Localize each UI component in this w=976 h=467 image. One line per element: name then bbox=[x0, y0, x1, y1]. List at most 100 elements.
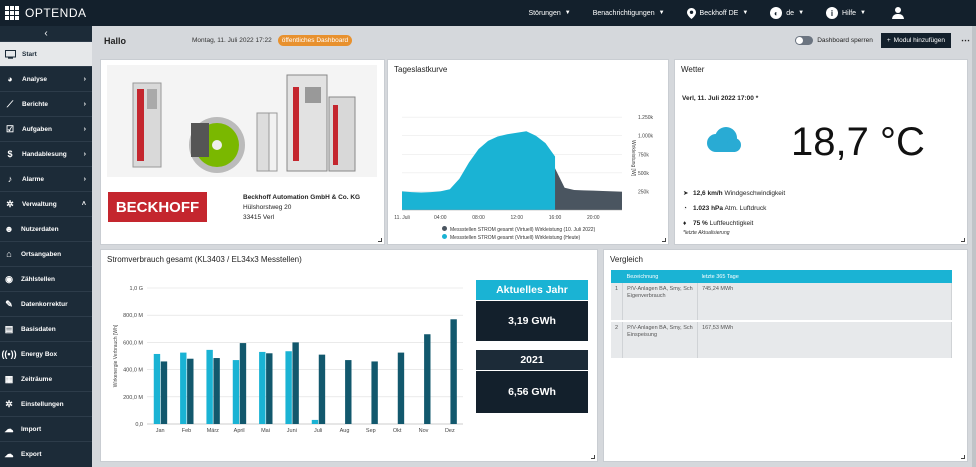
weather-footnote: *letzte Aktualisierung bbox=[683, 230, 730, 236]
chevron-right-icon: › bbox=[83, 75, 86, 83]
sidebar-item-energy-box[interactable]: ((•)) Energy Box bbox=[0, 341, 92, 366]
resize-handle[interactable] bbox=[961, 455, 965, 459]
sidebar-item-aufgaben[interactable]: ☑ Aufgaben › bbox=[0, 116, 92, 141]
sidebar-item-label: Zählstellen bbox=[21, 275, 55, 283]
add-module-button[interactable]: + Modul hinzufügen bbox=[880, 33, 951, 48]
table-row[interactable]: 2 P/V-Anlagen BA, Smy, Sch Einspeisung 1… bbox=[611, 321, 952, 360]
sidebar-item-start[interactable]: Start bbox=[0, 41, 92, 66]
sidebar-item-import[interactable]: ☁ Import bbox=[0, 416, 92, 441]
language-menu[interactable]: ◐ de ▼ bbox=[770, 7, 804, 19]
lock-dashboard-label: Dashboard sperren bbox=[817, 37, 873, 44]
sidebar-item-datenkorrektur[interactable]: ✎ Datenkorrektur bbox=[0, 291, 92, 316]
bar-März-series-1 bbox=[206, 349, 213, 424]
y-tick-label: 250k bbox=[638, 189, 649, 195]
table-header-name[interactable]: Bezeichnung bbox=[622, 270, 698, 283]
sidebar-item-ortsangaben[interactable]: ⌂ Ortsangaben bbox=[0, 241, 92, 266]
sidebar-item-label: Analyse bbox=[22, 75, 47, 83]
sidebar-item-berichte[interactable]: ⟋ Berichte › bbox=[0, 91, 92, 116]
sidebar-item-alarme[interactable]: ♪ Alarme › bbox=[0, 166, 92, 191]
resize-handle[interactable] bbox=[378, 238, 382, 242]
consumption-card: Stromverbrauch gesamt (KL3403 / EL34x3 M… bbox=[100, 249, 598, 462]
cloud-icon bbox=[707, 127, 741, 152]
current-date: Montag, 11. Juli 2022 17:22 bbox=[192, 37, 272, 44]
y-tick-label: 1.000k bbox=[638, 134, 654, 140]
table-cell-name: P/V-Anlagen BA, Smy, Sch Eigenverbrauch bbox=[622, 283, 699, 322]
benachrichtigungen-menu[interactable]: Benachrichtigungen ▼ bbox=[593, 10, 665, 17]
kpi-current-year-value: 3,19 GWh bbox=[476, 301, 588, 341]
bell-icon: ♪ bbox=[7, 174, 13, 184]
temperature-value: 18,7 °C bbox=[791, 120, 925, 164]
x-tick-label: 08:00 bbox=[472, 215, 485, 221]
sidebar-item-basisdaten[interactable]: ▤ Basisdaten bbox=[0, 316, 92, 341]
stoerungen-menu[interactable]: Störungen ▼ bbox=[528, 10, 570, 17]
dollar-icon: $ bbox=[7, 149, 13, 159]
main-content: Hallo Montag, 11. Juli 2022 17:22 öffent… bbox=[92, 26, 976, 467]
sidebar-item-export[interactable]: ☁ Export bbox=[0, 441, 92, 466]
resize-handle[interactable] bbox=[591, 455, 595, 459]
location-pin-icon bbox=[686, 7, 696, 19]
user-icon[interactable] bbox=[892, 7, 904, 19]
home-icon: ⌂ bbox=[6, 249, 12, 259]
sidebar-item-label: Import bbox=[21, 425, 42, 433]
caret-down-icon: ▼ bbox=[658, 10, 665, 16]
chevron-right-icon: › bbox=[83, 175, 86, 183]
kpi-current-year-label: Aktuelles Jahr bbox=[476, 280, 588, 300]
sidebar-item-verwaltung[interactable]: ✲ Verwaltung ˄ bbox=[0, 191, 92, 216]
x-tick-label: Okt bbox=[393, 428, 402, 434]
x-tick-label: 04:00 bbox=[434, 215, 447, 221]
company-menu[interactable]: Beckhoff DE ▼ bbox=[686, 7, 748, 19]
bar-Jan-series-1 bbox=[153, 353, 161, 424]
table-row[interactable]: 1 P/V-Anlagen BA, Smy, Sch Eigenverbrauc… bbox=[611, 283, 952, 322]
legend-item-today: Messstellen STROM gesamt (Virtuell) Wirk… bbox=[442, 234, 595, 242]
sidebar-item-label: Aufgaben bbox=[22, 125, 52, 133]
chevron-up-icon: ˄ bbox=[81, 200, 86, 208]
table-header-value[interactable]: letzte 365 Tage bbox=[697, 270, 952, 283]
calendar-icon: ▦ bbox=[4, 373, 14, 384]
more-options-icon[interactable]: ⋯ bbox=[961, 35, 970, 46]
comparison-table: Bezeichnung letzte 365 Tage 1 P/V-Anlage… bbox=[611, 270, 952, 360]
x-tick-label: Feb bbox=[182, 428, 191, 434]
sidebar-item-nutzerdaten[interactable]: ☻ Nutzerdaten bbox=[0, 216, 92, 241]
weather-card: Wetter Verl, 11. Juli 2022 17:00 * 18,7 … bbox=[674, 59, 968, 245]
load-curve-chart: 1.250k 1.000k 750k 500k 250k Wirkleistung [W]… bbox=[394, 115, 654, 221]
bar-Feb-series-2 bbox=[187, 358, 194, 424]
pressure-label: Atm. Luftdruck bbox=[724, 205, 767, 212]
stoerungen-label: Störungen bbox=[528, 9, 561, 17]
caret-down-icon: ▼ bbox=[798, 10, 805, 16]
wrench-icon: ✎ bbox=[5, 298, 13, 309]
page-scrollbar[interactable] bbox=[972, 26, 976, 467]
legend-dot-icon bbox=[442, 226, 447, 231]
resize-handle[interactable] bbox=[662, 238, 666, 242]
y-tick-label: 500k bbox=[638, 171, 649, 177]
app-name: OPTENDA bbox=[25, 6, 87, 20]
bar-Juni-series-2 bbox=[292, 342, 299, 424]
x-tick-label: Dez bbox=[445, 428, 455, 434]
add-module-label: Modul hinzufügen bbox=[893, 37, 945, 44]
x-tick-label: Jan bbox=[156, 428, 165, 434]
benachrichtigungen-label: Benachrichtigungen bbox=[592, 9, 655, 17]
company-address: Beckhoff Automation GmbH & Co. KG Hülsho… bbox=[243, 193, 360, 223]
resize-handle[interactable] bbox=[961, 238, 965, 242]
sidebar-item-label: Ortsangaben bbox=[21, 250, 62, 258]
legend-label: Messstellen STROM gesamt (Virtuell) Wirk… bbox=[450, 235, 581, 241]
app-logo[interactable]: OPTENDA bbox=[0, 6, 92, 20]
bar-Nov-series-2 bbox=[424, 334, 431, 424]
lock-dashboard-toggle[interactable] bbox=[795, 36, 814, 45]
sidebar-item-handablesung[interactable]: $ Handablesung › bbox=[0, 141, 92, 166]
weather-title: Wetter bbox=[681, 65, 705, 74]
sidebar-item-analyse[interactable]: ◕ Analyse › bbox=[0, 66, 92, 91]
chevron-right-icon: › bbox=[83, 100, 86, 108]
help-menu[interactable]: i Hilfe ▼ bbox=[826, 7, 866, 19]
collapse-sidebar-icon[interactable]: ‹ bbox=[0, 26, 92, 41]
caret-down-icon: ▼ bbox=[860, 10, 866, 16]
legend-dot-icon bbox=[442, 234, 447, 239]
sidebar-item-label: Verwaltung bbox=[22, 200, 57, 208]
bar-Okt-series-2 bbox=[397, 352, 405, 424]
sidebar-item-einstellungen[interactable]: ✲ Einstellungen bbox=[0, 391, 92, 416]
x-tick-label: Aug bbox=[340, 428, 350, 434]
sidebar-item-zaehlstellen[interactable]: ◉ Zählstellen bbox=[0, 266, 92, 291]
table-cell-num: 1 bbox=[611, 283, 624, 322]
sidebar-item-zeitraeume[interactable]: ▦ Zeiträume bbox=[0, 366, 92, 391]
y-tick-label: 750k bbox=[638, 152, 649, 158]
company-city: 33415 Verl bbox=[243, 214, 275, 221]
